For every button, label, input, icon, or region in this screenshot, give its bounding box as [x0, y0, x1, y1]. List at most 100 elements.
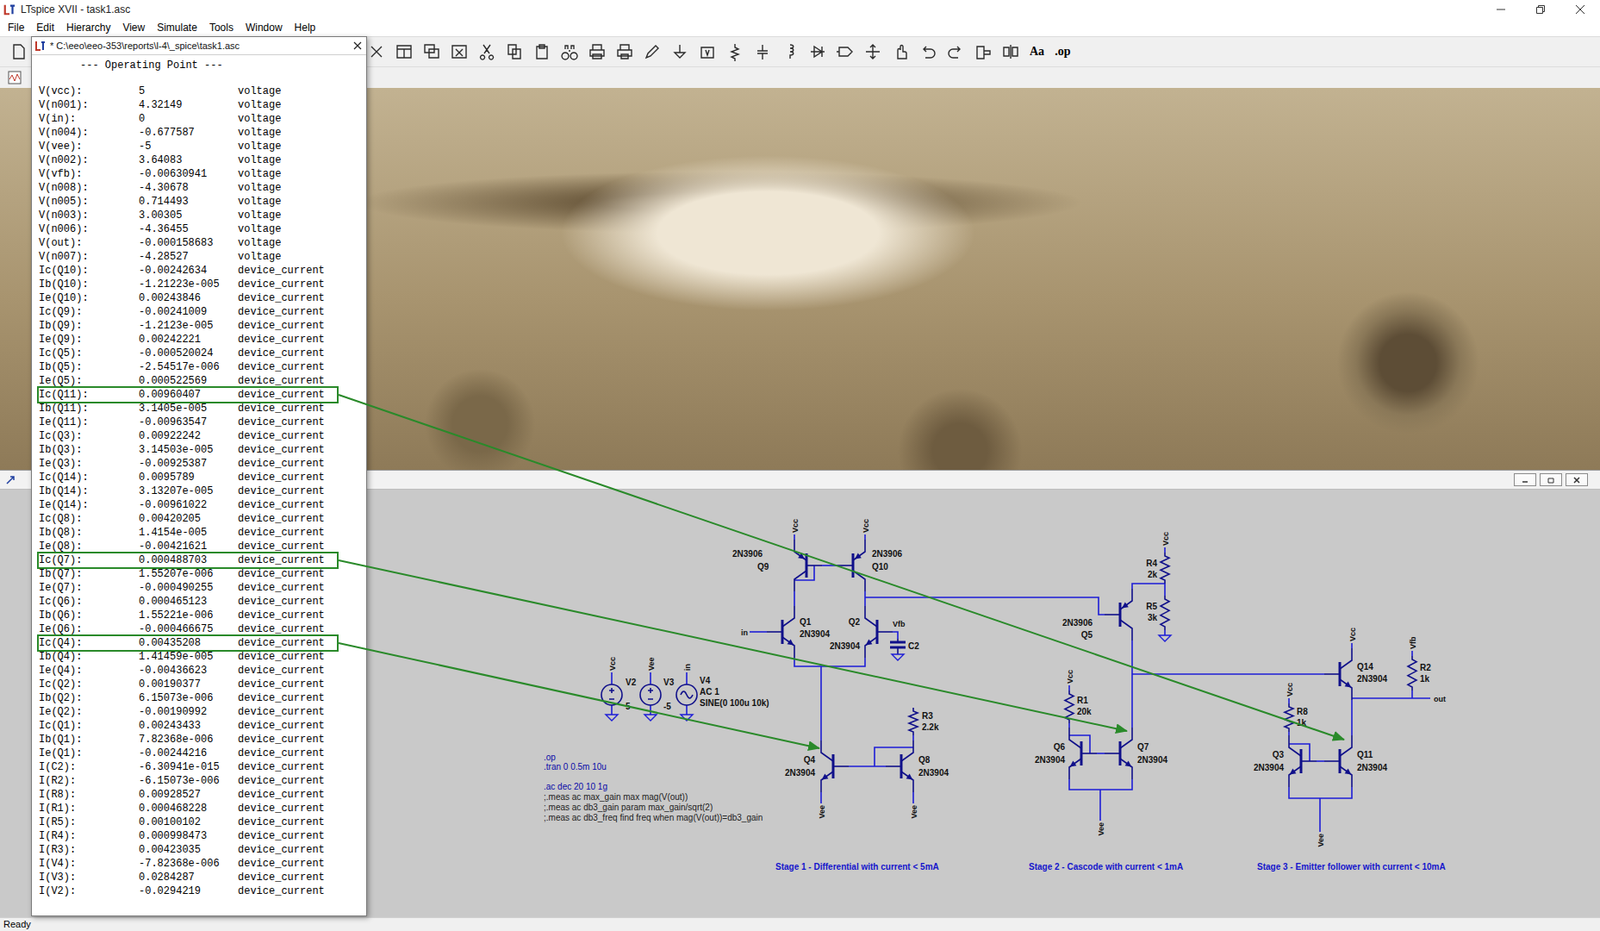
wire[interactable] [794, 657, 866, 667]
toolbar-button[interactable] [6, 40, 30, 63]
toolbar-button[interactable] [778, 40, 802, 63]
menu-item[interactable]: Tools [203, 18, 240, 37]
wire[interactable] [1288, 731, 1290, 735]
op-row[interactable]: I(V4): -7.82368e-006 device_current [38, 856, 337, 871]
toolbar-button[interactable] [806, 40, 829, 63]
op-row[interactable]: I(C2): -6.30941e-015 device_current [38, 759, 337, 774]
op-row[interactable]: I(V2): -0.0294219 device_current [38, 884, 337, 898]
op-row[interactable]: Ie(Q10): 0.00243846 device_current [38, 291, 337, 306]
transistor[interactable]: Q22N3904 [829, 605, 893, 658]
net-label[interactable]: in [683, 663, 692, 678]
voltage-source[interactable]: V3-5 [640, 677, 675, 721]
op-row[interactable]: Ib(Q10): -1.21223e-005 device_current [38, 277, 337, 292]
op-row[interactable]: I(R5): 0.00100102 device_current [38, 815, 337, 829]
wire[interactable] [1131, 640, 1134, 728]
op-row[interactable]: V(n006): -4.36455 voltage [38, 222, 337, 237]
toolbar-button[interactable] [861, 40, 885, 63]
op-row[interactable]: V(in): 0 voltage [38, 112, 337, 126]
wire[interactable] [1068, 722, 1071, 728]
spice-directive[interactable]: .op [543, 752, 556, 762]
op-row[interactable]: Ic(Q3): 0.00922242 device_current [38, 429, 337, 443]
op-row[interactable]: V(n005): 0.714493 voltage [38, 194, 337, 209]
transistor[interactable]: Q12N3904 [766, 605, 830, 658]
close-button[interactable] [1560, 0, 1600, 19]
op-row[interactable]: Ic(Q11): 0.00960407 device_current [38, 387, 337, 402]
op-row[interactable]: I(R2): -6.15073e-006 device_current [38, 773, 337, 788]
op-row[interactable]: V(n008): -4.30678 voltage [38, 180, 337, 195]
menu-item[interactable]: Simulate [150, 18, 204, 37]
toolbar-button[interactable] [696, 40, 719, 63]
net-label[interactable]: Vcc [1348, 627, 1358, 648]
wire[interactable] [1099, 789, 1102, 816]
wire[interactable] [864, 591, 866, 606]
net-label[interactable]: Vfb [892, 619, 906, 629]
op-row[interactable]: Ie(Q1): -0.00244216 device_current [38, 746, 337, 760]
op-row[interactable]: Ib(Q6): 1.55221e-006 device_current [38, 608, 337, 623]
op-row[interactable]: Ie(Q3): -0.00925387 device_current [38, 456, 337, 471]
transistor[interactable]: Q92N3906 [732, 539, 822, 592]
toolbar-button[interactable] [585, 40, 609, 63]
toolbar-button[interactable] [365, 40, 388, 63]
toolbar-button[interactable] [944, 40, 967, 63]
net-label[interactable]: Vee [817, 797, 827, 819]
transistor[interactable]: Q42N3904 [784, 740, 849, 792]
net-label[interactable]: Vfb [1408, 635, 1418, 656]
wire[interactable] [820, 791, 822, 798]
net-label[interactable]: Vcc [608, 656, 617, 678]
wire[interactable] [1350, 699, 1353, 735]
net-label[interactable]: in [740, 628, 748, 637]
wire[interactable] [1411, 690, 1414, 698]
op-row[interactable]: I(R8): 0.00928527 device_current [38, 787, 337, 802]
resistor[interactable]: R81k [1284, 703, 1308, 732]
stage-label[interactable]: Stage 1 - Differential with current < 5m… [775, 861, 940, 872]
op-row[interactable]: V(n002): 3.64083 voltage [38, 153, 337, 168]
restore-button[interactable] [1520, 0, 1561, 19]
op-row[interactable]: Ic(Q5): -0.000520024 device_current [38, 346, 337, 361]
op-row[interactable]: V(vcc): 5 voltage [38, 84, 337, 99]
schematic-restore-button[interactable] [1539, 473, 1563, 486]
toolbar-text-button[interactable]: Aa [1027, 40, 1047, 63]
op-row[interactable]: I(R4): 0.000998473 device_current [38, 828, 337, 843]
menu-item[interactable]: Edit [30, 18, 61, 37]
stage-label[interactable]: Stage 3 - Emitter follower with current … [1257, 861, 1446, 872]
wire[interactable] [793, 591, 796, 606]
toolbar-button[interactable] [641, 40, 664, 63]
toolbar-button[interactable] [475, 40, 499, 63]
wire[interactable] [1288, 786, 1352, 798]
op-row[interactable]: Ib(Q11): 3.1405e-005 device_current [38, 401, 337, 416]
transistor[interactable]: Q82N3904 [885, 740, 949, 792]
op-row[interactable]: I(V3): 0.0284287 device_current [38, 870, 337, 885]
spice-directive[interactable]: ;.meas ac db3_freq find freq when mag(V(… [543, 812, 763, 822]
voltage-source[interactable]: V25 [601, 677, 637, 721]
wire[interactable] [1319, 797, 1321, 827]
toolbar-button[interactable] [834, 40, 857, 63]
op-row[interactable]: Ic(Q10): -0.00242634 device_current [38, 263, 337, 278]
op-row[interactable]: Ib(Q1): 7.82368e-006 device_current [38, 732, 337, 747]
wire[interactable] [1069, 734, 1090, 754]
schematic-close-button[interactable] [1565, 473, 1588, 486]
op-row[interactable]: Ic(Q9): -0.00241009 device_current [38, 305, 337, 319]
wire[interactable] [912, 734, 915, 741]
op-row[interactable]: Ic(Q8): 0.00420205 device_current [38, 511, 337, 526]
net-label[interactable]: Vee [1096, 815, 1106, 836]
menu-item[interactable]: File [1, 18, 31, 37]
op-row[interactable]: Ic(Q2): 0.00190377 device_current [38, 677, 337, 692]
op-row[interactable]: Ic(Q4): 0.00435208 device_current [38, 635, 337, 650]
op-row[interactable]: Ie(Q8): -0.00421621 device_current [38, 539, 337, 554]
op-row[interactable]: Ie(Q6): -0.000466675 device_current [38, 622, 337, 636]
minimize-button[interactable] [1481, 0, 1521, 19]
op-row[interactable]: Ie(Q9): 0.00242221 device_current [38, 332, 337, 347]
voltage-source[interactable]: V4AC 1SINE(0 100u 10k) [676, 675, 770, 721]
wire[interactable] [821, 564, 838, 567]
wire[interactable] [892, 631, 898, 639]
wire[interactable] [1132, 672, 1325, 675]
net-label[interactable]: Vcc [861, 518, 871, 540]
op-row[interactable]: V(out): -0.000158683 voltage [38, 236, 337, 250]
transistor[interactable]: Q62N3904 [1034, 727, 1097, 779]
wire[interactable] [749, 630, 767, 633]
toolbar-button[interactable] [668, 40, 692, 63]
toolbar-button[interactable] [889, 40, 912, 63]
op-row[interactable]: V(n001): 4.32149 voltage [38, 98, 337, 113]
toolbar-button[interactable] [971, 40, 995, 63]
op-row[interactable]: V(vfb): -0.00630941 voltage [38, 167, 337, 181]
